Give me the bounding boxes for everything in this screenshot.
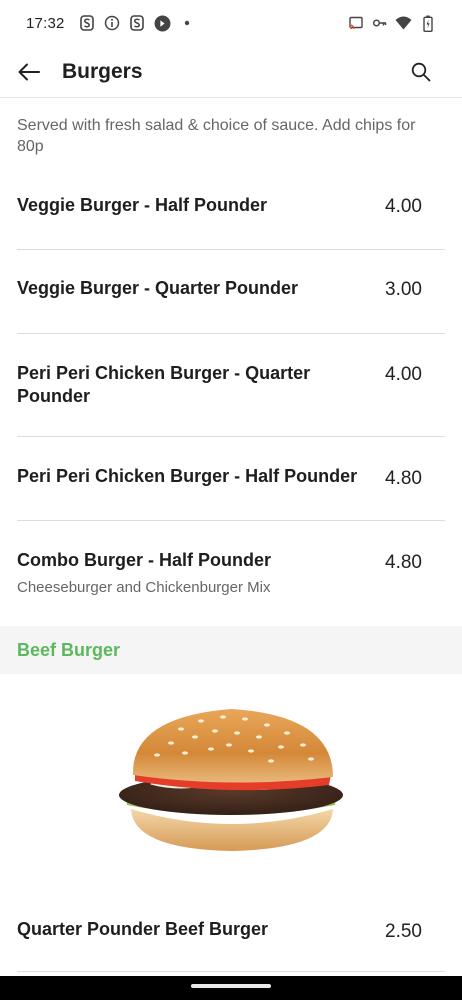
notification-icons	[79, 15, 196, 32]
dot-icon	[179, 15, 196, 32]
back-arrow-icon	[18, 63, 40, 80]
burger-image-icon	[119, 709, 343, 851]
wifi-icon	[395, 15, 412, 32]
menu-item[interactable]: Peri Peri Chicken Burger - Quarter Pound…	[17, 334, 445, 437]
key-icon	[371, 15, 388, 32]
category-header: Beef Burger	[0, 626, 462, 674]
battery-icon	[419, 15, 436, 32]
item-name: Quarter Pounder Beef Burger	[17, 919, 269, 939]
item-price: 4.00	[385, 196, 422, 217]
status-time: 17:32	[26, 14, 65, 32]
s-app-icon	[129, 15, 146, 32]
item-price: 3.00	[385, 279, 422, 300]
menu-item[interactable]: Quarter Pounder Beef Burger 2.50	[17, 886, 445, 972]
search-icon	[411, 62, 431, 81]
item-name: Veggie Burger - Quarter Pounder	[17, 278, 299, 298]
menu-item[interactable]: Veggie Burger - Quarter Pounder 3.00	[17, 250, 445, 334]
system-icons	[347, 15, 436, 32]
shazam-icon	[154, 15, 171, 32]
item-name: Combo Burger - Half Pounder	[17, 550, 272, 570]
navigation-bar	[0, 976, 462, 1000]
menu-item[interactable]: Combo Burger - Half Pounder Cheeseburger…	[17, 521, 445, 625]
section-description: Served with fresh salad & choice of sauc…	[17, 117, 416, 155]
item-price: 4.80	[385, 552, 422, 573]
item-name: Veggie Burger - Half Pounder	[17, 195, 268, 215]
item-subtitle: Cheeseburger and Chickenburger Mix	[17, 579, 271, 596]
item-price: 4.80	[385, 468, 422, 489]
item-name: Peri Peri Chicken Burger - Half Pounder	[17, 466, 358, 486]
item-name: Peri Peri Chicken Burger - Quarter Pound…	[17, 363, 311, 406]
cast-icon	[347, 15, 364, 32]
category-title: Beef Burger	[17, 639, 121, 660]
menu-item[interactable]: Peri Peri Chicken Burger - Half Pounder …	[17, 437, 445, 521]
s-app-icon	[79, 15, 96, 32]
info-icon	[104, 15, 121, 32]
item-price: 4.00	[385, 364, 422, 385]
home-indicator[interactable]	[191, 984, 271, 988]
status-bar: 17:32	[0, 0, 462, 46]
item-price: 2.50	[385, 921, 422, 942]
menu-content: Served with fresh salad & choice of sauc…	[0, 98, 462, 625]
page-title: Burgers	[62, 59, 143, 83]
app-bar: Burgers	[0, 46, 462, 98]
back-button[interactable]	[14, 57, 44, 87]
menu-item[interactable]: Veggie Burger - Half Pounder 4.00	[17, 168, 445, 250]
search-button[interactable]	[408, 59, 434, 85]
beef-burger-image[interactable]	[0, 674, 462, 884]
